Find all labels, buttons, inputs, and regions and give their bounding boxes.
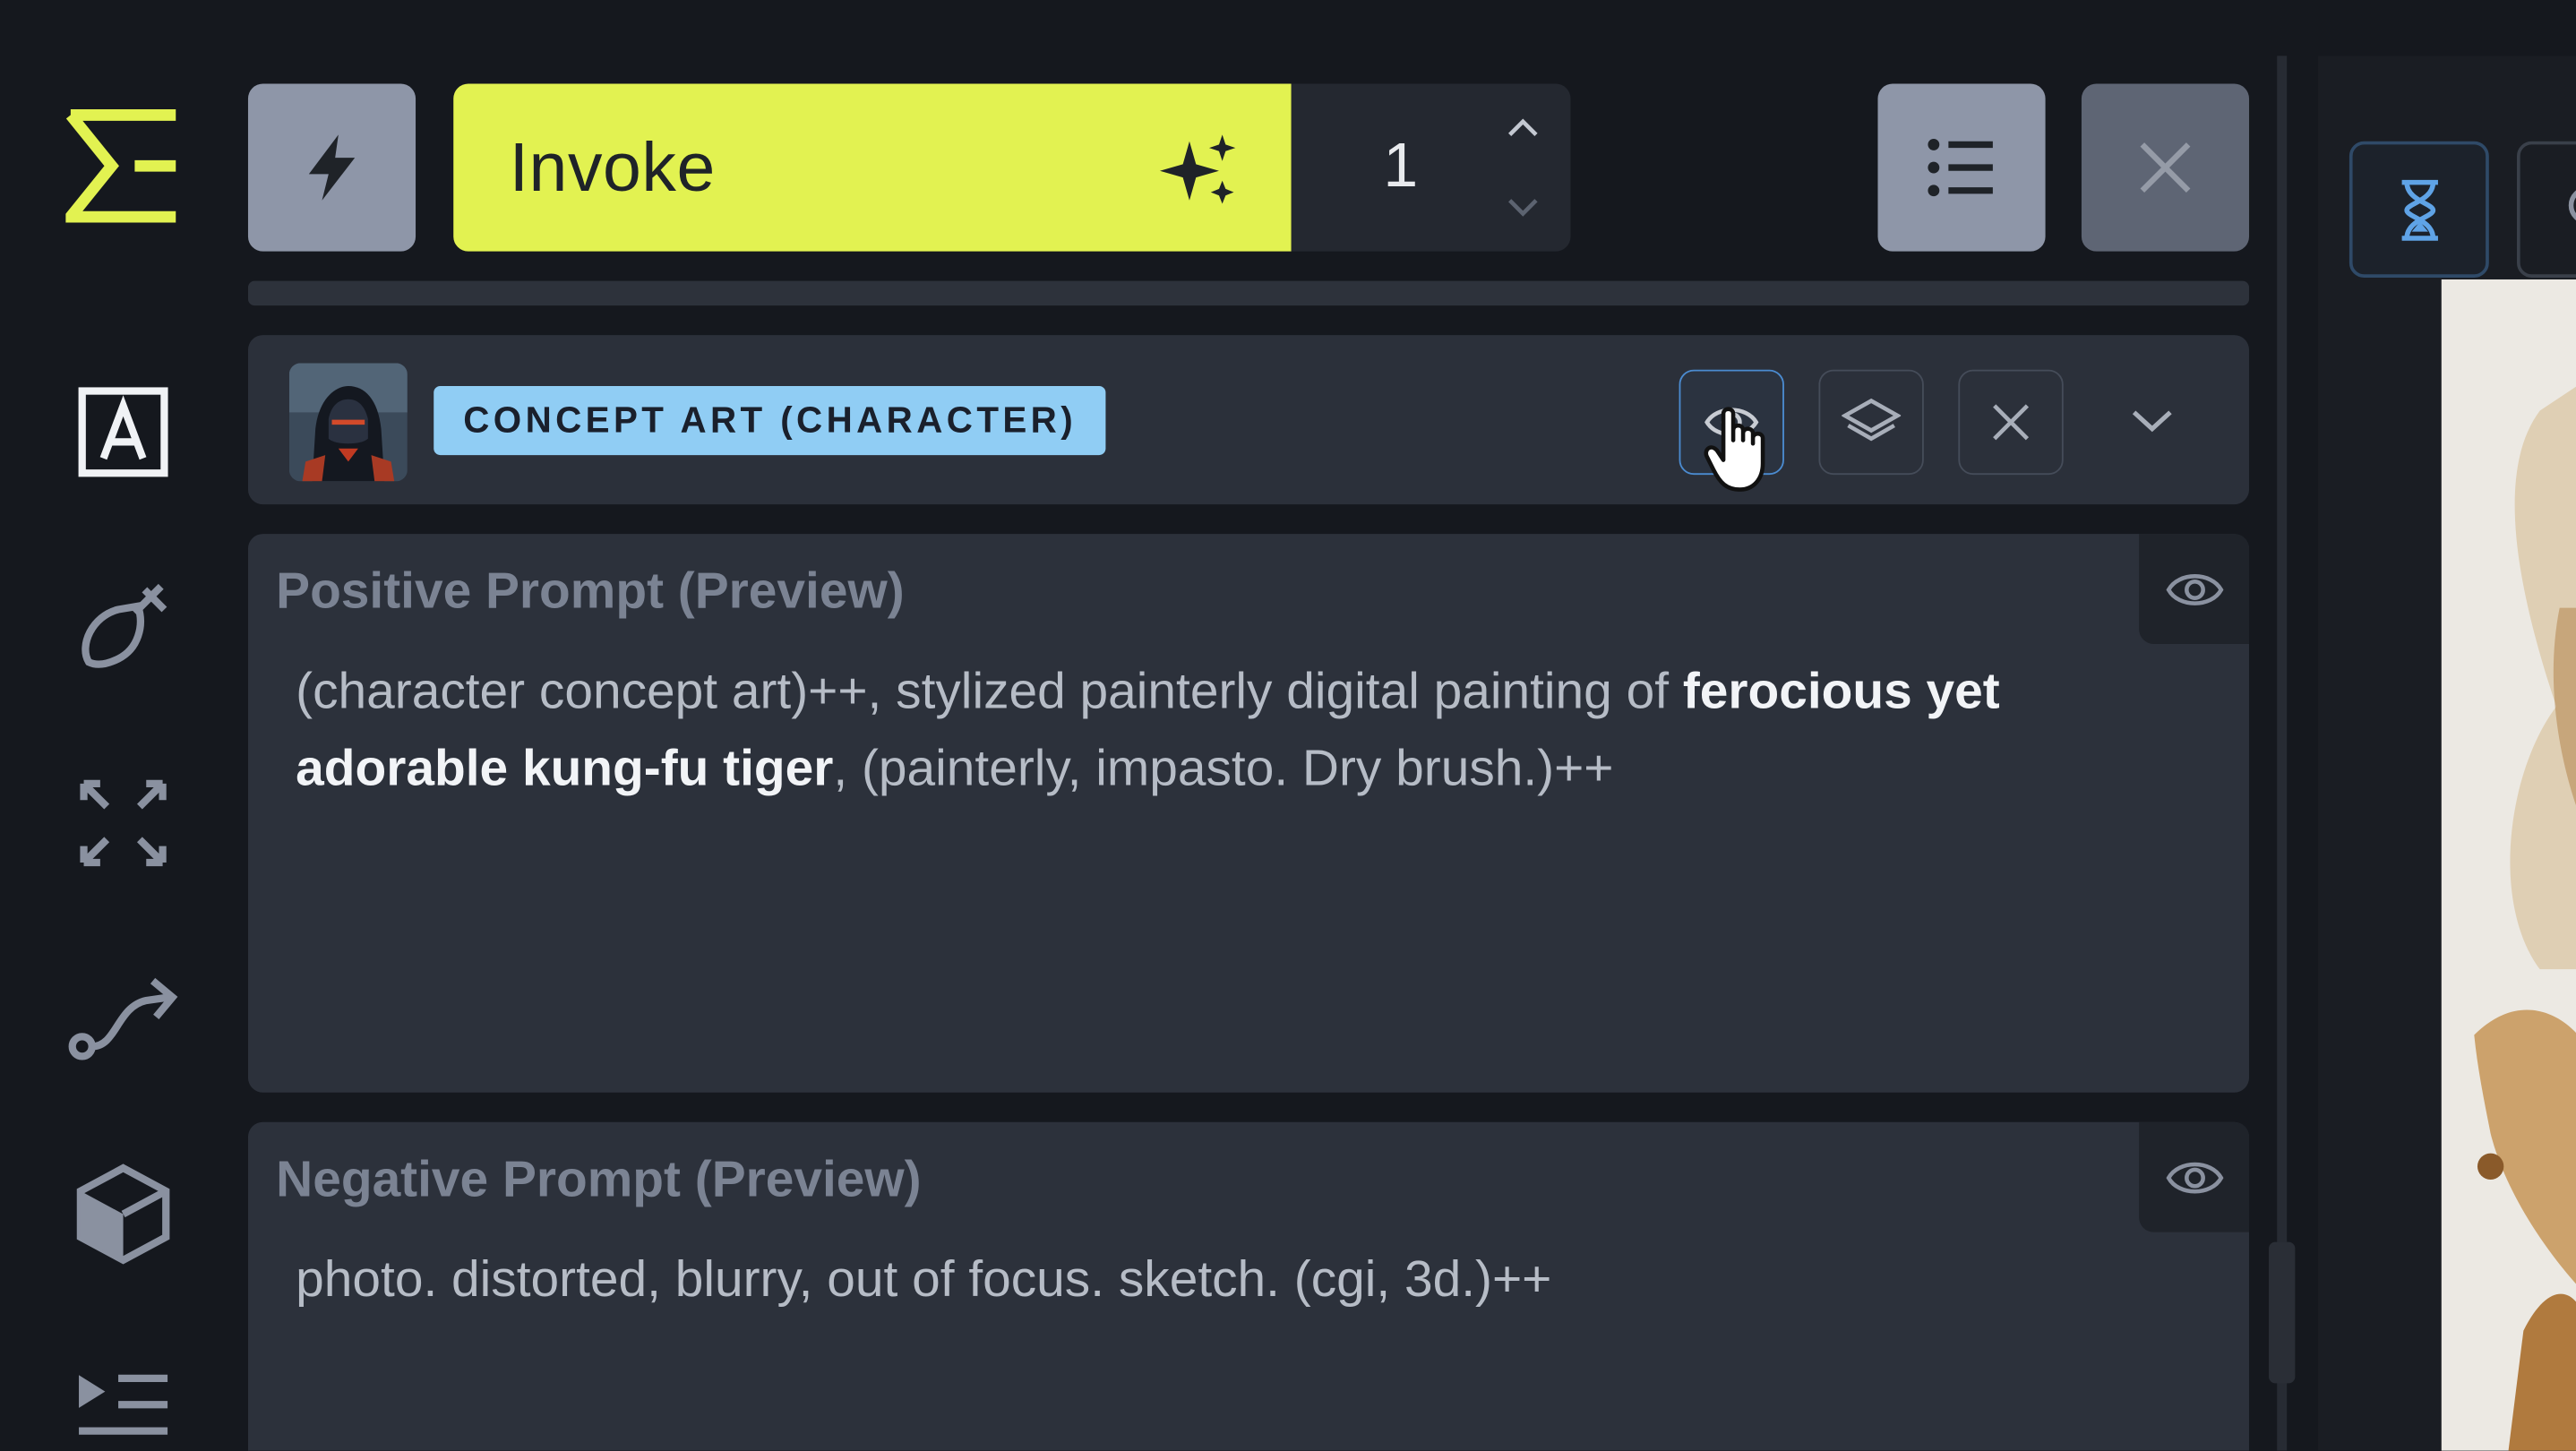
close-icon bbox=[2140, 142, 2191, 193]
flatten-preset-button[interactable] bbox=[1818, 369, 1924, 476]
preset-thumbnail bbox=[288, 363, 408, 482]
iterations-value[interactable]: 1 bbox=[1383, 133, 1418, 203]
chevron-down-icon[interactable] bbox=[1505, 195, 1541, 219]
style-preset-name-badge: CONCEPT ART (CHARACTER) bbox=[434, 386, 1107, 456]
queue-icon[interactable] bbox=[65, 1351, 180, 1451]
negative-prompt-view-toggle[interactable] bbox=[2139, 1121, 2250, 1232]
left-sidebar bbox=[0, 0, 230, 1451]
list-icon bbox=[1928, 138, 1993, 197]
positive-prompt-panel[interactable]: Positive Prompt (Preview) (character con… bbox=[247, 534, 2250, 1093]
sparkles-icon bbox=[1159, 134, 1236, 204]
chevron-up-icon[interactable] bbox=[1505, 116, 1541, 140]
hand-cursor-icon bbox=[1704, 407, 1765, 492]
positive-prompt-text[interactable]: (character concept art)++, stylized pain… bbox=[296, 654, 2021, 807]
workflows-icon[interactable] bbox=[65, 963, 180, 1078]
tab-queue[interactable] bbox=[2348, 141, 2489, 278]
layers-icon bbox=[1842, 398, 1902, 442]
canvas-brush-icon[interactable] bbox=[65, 570, 180, 684]
prompt-text-end: , (painterly, impasto. Dry brush.)++ bbox=[833, 738, 1614, 796]
right-panel bbox=[2318, 56, 2576, 1451]
gallery-image[interactable] bbox=[2441, 279, 2576, 1451]
negative-prompt-text[interactable]: photo. distorted, blurry, out of focus. … bbox=[296, 1242, 2021, 1318]
positive-prompt-title: Positive Prompt (Preview) bbox=[276, 562, 905, 620]
queue-list-button[interactable] bbox=[1877, 83, 2046, 252]
expand-preset-button[interactable] bbox=[2113, 394, 2192, 447]
panel-resize-handle[interactable] bbox=[2269, 1241, 2296, 1384]
prompt-text-start: (character concept art)++, stylized pain… bbox=[296, 662, 1683, 720]
iterations-stepper[interactable]: 1 bbox=[1291, 83, 1571, 252]
text-to-image-icon[interactable] bbox=[65, 374, 180, 489]
app-window: Invoke 1 CONCEPT ART (CHARACTER) Positiv… bbox=[0, 0, 2576, 1451]
eye-icon bbox=[2165, 1161, 2223, 1193]
invoke-logo-icon bbox=[65, 108, 180, 223]
clear-preset-button[interactable] bbox=[1958, 369, 2064, 476]
invoke-button[interactable]: Invoke bbox=[453, 83, 1292, 252]
close-icon bbox=[1993, 404, 2030, 441]
cancel-button[interactable] bbox=[2081, 83, 2250, 252]
upscale-icon[interactable] bbox=[65, 766, 180, 880]
models-icon[interactable] bbox=[65, 1156, 180, 1271]
negative-prompt-panel[interactable]: Negative Prompt (Preview) photo. distort… bbox=[247, 1121, 2250, 1451]
invoke-options-button[interactable] bbox=[247, 83, 416, 252]
search-icon bbox=[2568, 189, 2576, 220]
hourglass-icon bbox=[2400, 178, 2438, 240]
invoke-button-label: Invoke bbox=[509, 128, 716, 206]
eye-icon bbox=[2165, 573, 2223, 605]
tab-search[interactable] bbox=[2516, 141, 2576, 278]
chevron-down-icon bbox=[2132, 410, 2172, 433]
positive-prompt-view-toggle[interactable] bbox=[2139, 534, 2250, 645]
style-preset-bar[interactable]: CONCEPT ART (CHARACTER) bbox=[247, 335, 2250, 505]
negative-prompt-title: Negative Prompt (Preview) bbox=[276, 1149, 922, 1208]
progress-bar bbox=[247, 280, 2250, 306]
lightning-icon bbox=[308, 134, 356, 201]
